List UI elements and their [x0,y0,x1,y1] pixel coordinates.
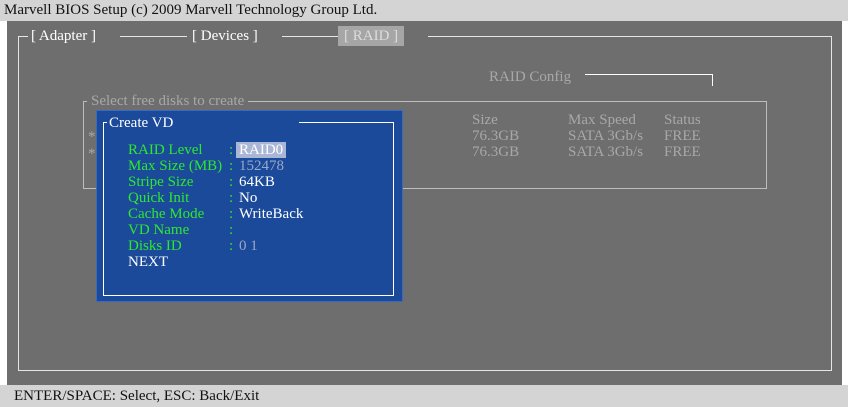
field-label: RAID Level [128,142,203,158]
column-header-size: Size [472,112,498,128]
raid-level-value[interactable]: RAID0 [236,142,287,158]
cache-mode-value[interactable]: WriteBack [239,206,303,222]
tab-devices[interactable]: [ Devices ] [192,26,258,46]
max-size-value[interactable]: 152478 [239,158,284,174]
help-bar: ENTER/SPACE: Select, ESC: Back/Exit [0,385,848,407]
field-quick-init[interactable]: Quick Init : No [97,190,402,206]
field-cache-mode[interactable]: Cache Mode : WriteBack [97,206,402,222]
field-label: Max Size (MB) [128,158,223,174]
field-label: Quick Init [128,190,190,206]
column-header-max-speed: Max Speed [568,112,636,128]
disk-size: 76.3GB [472,144,520,160]
field-label: VD Name [128,222,190,238]
disk-status: FREE [664,144,701,160]
field-colon: : [229,222,234,238]
create-vd-frame-line [299,122,394,123]
tab-frame-line [18,36,28,37]
next-button[interactable]: NEXT [97,254,402,270]
field-colon: : [229,190,234,206]
field-colon: : [229,238,234,254]
field-colon: : [229,174,234,190]
field-label: Cache Mode [128,206,205,222]
field-vd-name[interactable]: VD Name : [97,222,402,238]
free-disks-legend: Select free disks to create [87,93,249,109]
tab-adapter[interactable]: [ Adapter ] [31,26,96,46]
field-disks-id: Disks ID : 0 1 [97,238,402,254]
stripe-size-value[interactable]: 64KB [239,174,275,190]
field-raid-level[interactable]: RAID Level : RAID0 [97,142,402,158]
field-colon: : [229,158,234,174]
disk-speed: SATA 3Gb/s [568,144,644,160]
bios-main-area: [ Adapter ] [ Devices ] [ RAID ] RAID Co… [7,21,842,385]
window-title: Marvell BIOS Setup (c) 2009 Marvell Tech… [0,0,848,21]
disk-select-marker[interactable]: * [88,129,96,145]
create-vd-title: Create VD [107,115,176,131]
column-header-status: Status [664,112,701,128]
field-colon: : [229,206,234,222]
raid-config-label: RAID Config [489,69,572,85]
disk-speed: SATA 3Gb/s [568,128,644,144]
raid-config-line [712,74,713,86]
create-vd-dialog: Create VD RAID Level : RAID0 Max Size (M… [96,110,403,302]
next-label[interactable]: NEXT [128,254,168,270]
disk-select-marker[interactable]: * [88,146,96,162]
disk-status: FREE [664,128,701,144]
field-colon: : [229,142,234,158]
field-max-size[interactable]: Max Size (MB) : 152478 [97,158,402,174]
tab-frame-line [428,36,832,37]
disks-id-value: 0 1 [239,238,258,254]
field-stripe-size[interactable]: Stripe Size : 64KB [97,174,402,190]
disk-size: 76.3GB [472,128,520,144]
quick-init-value[interactable]: No [239,190,257,206]
field-label: Disks ID [128,238,182,254]
tab-frame-line [120,36,187,37]
tab-raid[interactable]: [ RAID ] [338,26,405,46]
raid-config-line [585,74,713,75]
tab-frame-line [282,36,338,37]
field-label: Stripe Size [128,174,194,190]
